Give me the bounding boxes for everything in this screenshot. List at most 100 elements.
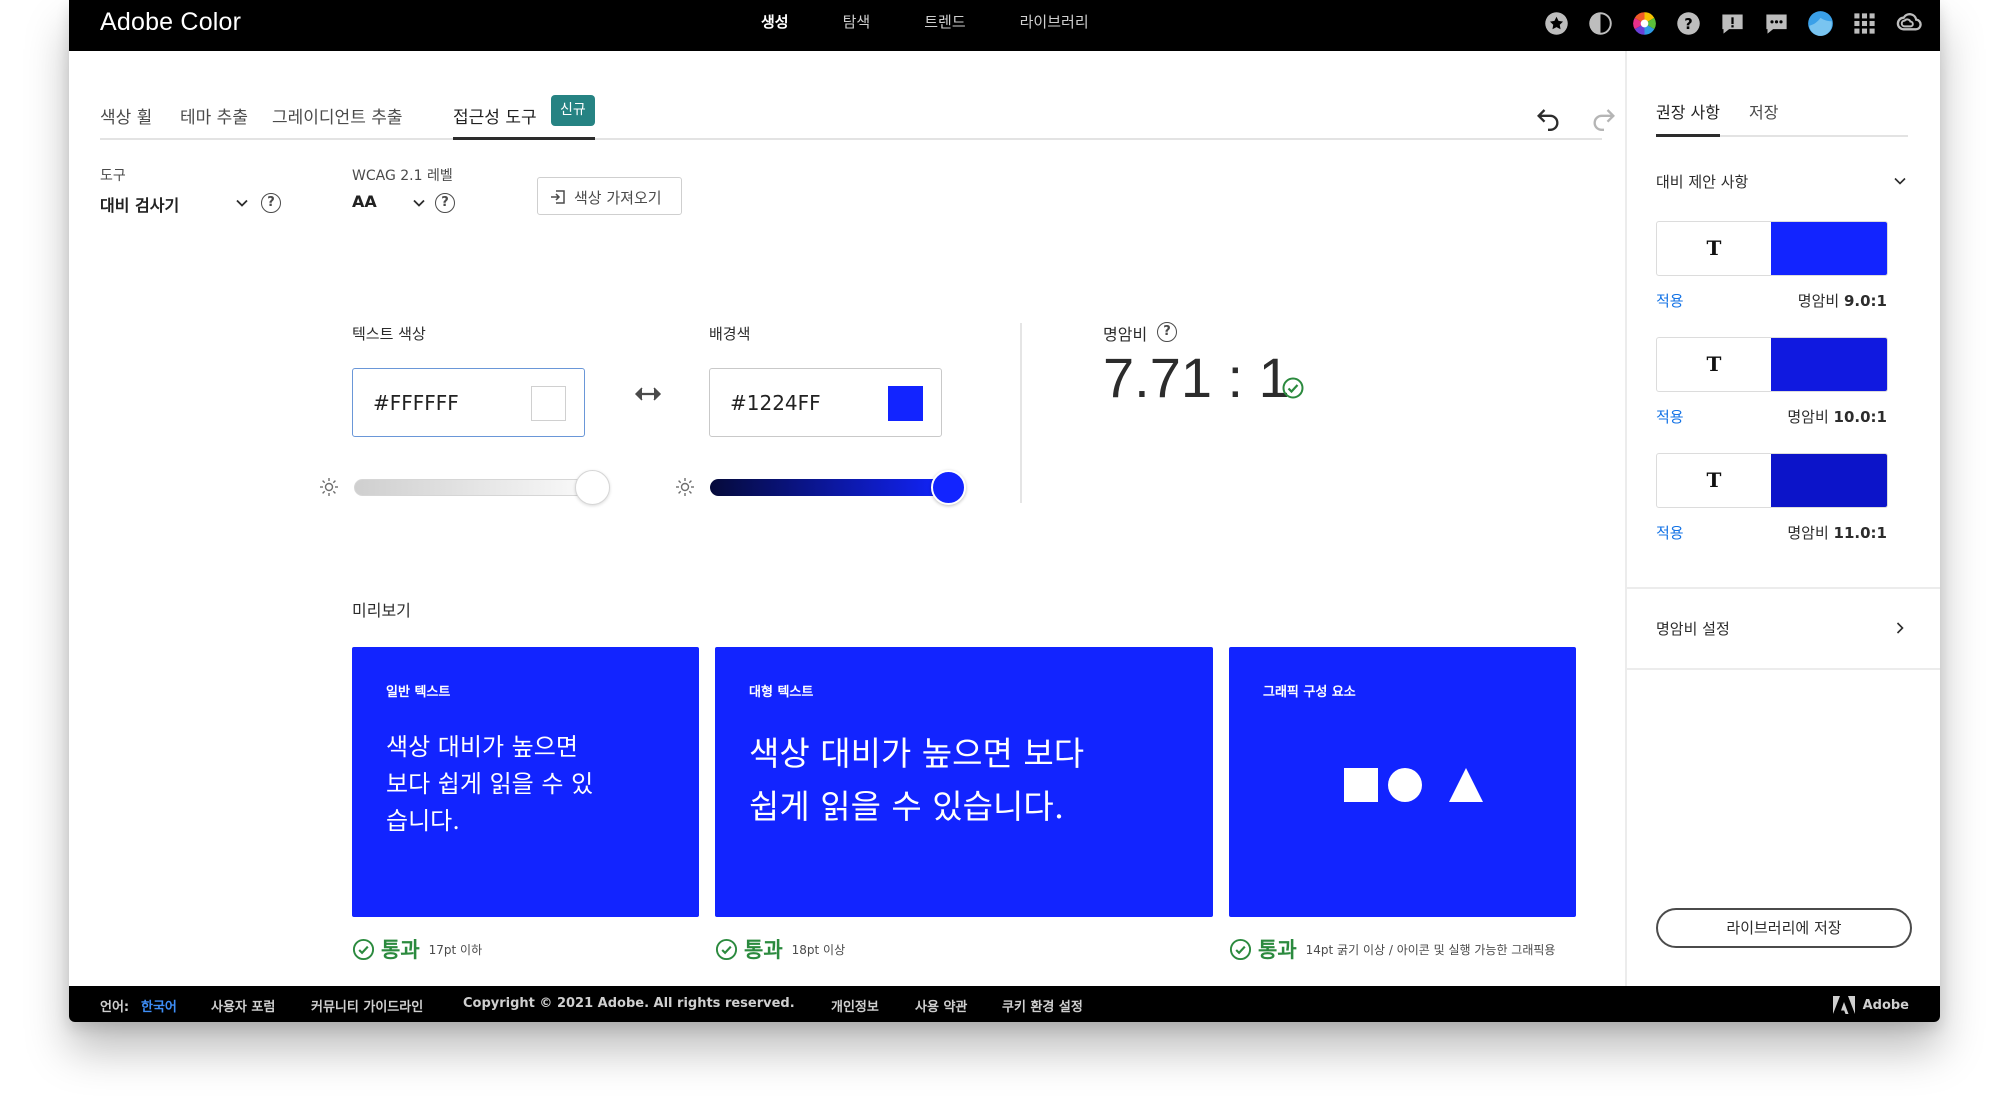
import-colors-button[interactable]: 색상 가져오기 [537,177,682,215]
tab-save[interactable]: 저장 [1749,99,1778,123]
check-circle-icon [715,938,738,960]
text-color-swatch[interactable] [531,386,566,421]
language-selector[interactable]: 한국어 [141,996,177,1015]
top-bar: Adobe Color 생성 탐색 트렌드 라이브러리 ? [69,0,1940,51]
text-color-label: 텍스트 색상 [352,325,426,343]
suggestion-swatch-2[interactable]: T [1656,337,1888,392]
bg-color-brightness-slider[interactable] [710,479,949,496]
help-icon[interactable]: ? [1673,8,1704,39]
app-window: Adobe Color 생성 탐색 트렌드 라이브러리 ? 색상 휠 테마 추출… [69,0,1940,1022]
contrast-ratio-value: 7.71 : 1 [1103,346,1290,409]
feedback-alert-icon[interactable] [1717,8,1748,39]
brightness-icon [320,478,338,496]
preview-card-graphics: 그래픽 구성 요소 [1229,647,1576,917]
check-circle-icon [352,938,375,960]
suggestion-ratio: 명암비 11.0:1 [1787,524,1887,542]
check-circle-icon [1229,938,1252,960]
tab-extract-gradient[interactable]: 그레이디언트 추출 [272,103,403,128]
brightness-icon [676,478,694,496]
tab-accessibility-tools[interactable]: 접근성 도구 [453,103,537,128]
apply-button[interactable]: 적용 [1656,522,1684,543]
text-color-hex-field[interactable]: #FFFFFF [352,368,585,437]
app-title[interactable]: Adobe Color [100,8,241,37]
footer-link-cookies[interactable]: 쿠키 환경 설정 [1002,996,1083,1015]
save-to-library-button[interactable]: 라이브러리에 저장 [1656,908,1912,948]
bg-color-swatch[interactable] [888,386,923,421]
bg-color-hex-field[interactable]: #1224FF [709,368,942,437]
suggestions-section-title[interactable]: 대비 제안 사항 [1656,171,1748,192]
triangle-shape [1449,768,1483,802]
tool-tabs: 색상 휠 테마 추출 그레이디언트 추출 접근성 도구 신규 [100,95,1615,140]
undo-icon[interactable] [1534,103,1562,131]
suggestion-ratio: 명암비 10.0:1 [1787,408,1887,426]
square-shape [1344,768,1378,802]
footer: 언어: 한국어 사용자 포럼 커뮤니티 가이드라인 Copyright © 20… [69,986,1940,1022]
import-icon [551,190,565,204]
chevron-down-icon[interactable] [1892,173,1908,189]
chat-icon[interactable] [1761,8,1792,39]
footer-link-terms[interactable]: 사용 약관 [915,996,967,1015]
apply-button[interactable]: 적용 [1656,290,1684,311]
preview-card-large-text: 대형 텍스트 색상 대비가 높으면 보다 쉽게 읽을 수 있습니다. [715,647,1213,917]
chevron-down-icon[interactable] [234,195,250,211]
nav-create[interactable]: 생성 [734,0,816,51]
wcag-dropdown[interactable]: AA [352,192,377,211]
star-badge-icon[interactable] [1541,8,1572,39]
tab-recommendations[interactable]: 권장 사항 [1656,99,1720,123]
swap-colors-icon[interactable] [634,384,662,404]
text-color-hex-value[interactable]: #FFFFFF [373,391,459,415]
divider [1627,668,1940,670]
chevron-right-icon[interactable] [1892,620,1908,636]
creative-cloud-icon[interactable] [1893,8,1924,39]
tab-color-wheel[interactable]: 색상 휠 [100,103,152,128]
footer-link-privacy[interactable]: 개인정보 [831,996,879,1015]
text-color-brightness-slider[interactable] [354,479,593,496]
wcag-help-icon[interactable]: ? [435,193,455,213]
divider [1020,323,1022,503]
chevron-down-icon[interactable] [411,195,427,211]
redo-icon[interactable] [1590,103,1618,131]
suggestion-swatch-3[interactable]: T [1656,453,1888,508]
tool-help-icon[interactable]: ? [261,193,281,213]
bg-color-hex-value[interactable]: #1224FF [730,391,821,415]
result-graphics: 통과 14pt 굵기 이상 / 아이콘 및 실행 가능한 그래픽용 [1229,934,1555,964]
adobe-brand[interactable]: Adobe [1832,996,1909,1014]
card-title: 그래픽 구성 요소 [1263,685,1356,700]
card-sample-text: 색상 대비가 높으면 보다 쉽게 읽을 수 있습니다. [749,734,1085,826]
nav-trends[interactable]: 트렌드 [897,0,992,51]
check-circle-icon [1282,377,1304,399]
apply-button[interactable]: 적용 [1656,406,1684,427]
active-tab-indicator [453,137,595,140]
language-label: 언어: [100,1000,130,1015]
suggestion-ratio: 명암비 9.0:1 [1797,292,1887,310]
adobe-logo-icon [1832,996,1855,1014]
contrast-ratio-label: 명암비 [1103,325,1148,344]
footer-link-forum[interactable]: 사용자 포럼 [211,996,275,1015]
app-grid-icon[interactable] [1849,8,1880,39]
preview-label: 미리보기 [352,601,411,620]
contrast-settings-link[interactable]: 명암비 설정 [1656,618,1730,639]
main-content: 색상 휠 테마 추출 그레이디언트 추출 접근성 도구 신규 도구 대비 검사기… [69,51,1625,986]
tool-dropdown[interactable]: 대비 검사기 [100,192,179,216]
top-nav: 생성 탐색 트렌드 라이브러리 [734,0,1116,51]
preview-card-normal-text: 일반 텍스트 색상 대비가 높으면 보다 쉽게 읽을 수 있 습니다. [352,647,699,917]
contrast-help-icon[interactable]: ? [1157,322,1177,342]
tab-extract-theme[interactable]: 테마 추출 [180,103,248,128]
contrast-icon[interactable] [1585,8,1616,39]
card-title: 일반 텍스트 [386,685,451,700]
card-sample-text: 색상 대비가 높으면 보다 쉽게 읽을 수 있 습니다. [386,733,594,835]
svg-text:?: ? [1684,16,1692,33]
top-icons: ? [1541,8,1924,39]
copyright-text: Copyright © 2021 Adobe. All rights reser… [463,996,795,1011]
nav-explore[interactable]: 탐색 [816,0,898,51]
suggestion-color [1771,338,1887,391]
active-tab-indicator [1656,134,1720,137]
text-color-slider-thumb[interactable] [575,470,610,505]
footer-link-guidelines[interactable]: 커뮤니티 가이드라인 [311,996,423,1015]
right-panel: 권장 사항 저장 대비 제안 사항 T 적용 명암비 9.0:1 T 적용 명암… [1625,51,1940,986]
nav-libraries[interactable]: 라이브러리 [993,0,1116,51]
suggestion-swatch-1[interactable]: T [1656,221,1888,276]
color-wheel-icon[interactable] [1629,8,1660,39]
bg-color-slider-thumb[interactable] [931,470,966,505]
avatar[interactable] [1805,8,1836,39]
